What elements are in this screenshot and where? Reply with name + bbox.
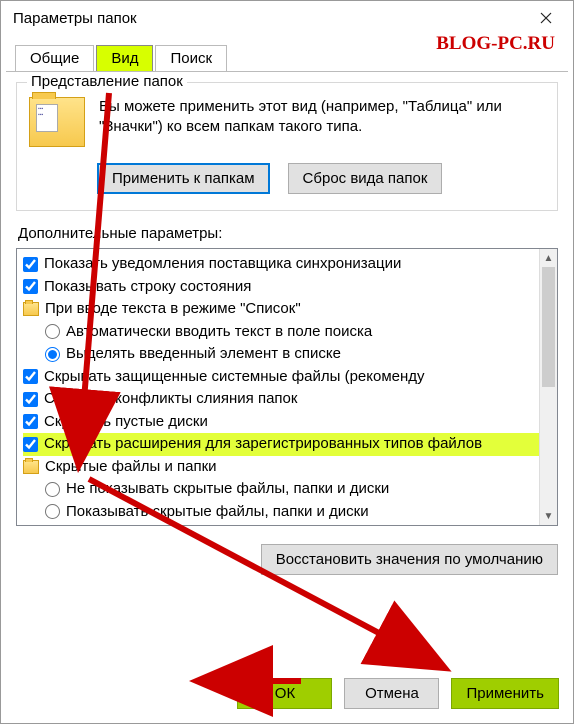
radio[interactable]	[45, 482, 60, 497]
radio[interactable]	[45, 324, 60, 339]
item-label: Скрывать расширения для зарегистрированн…	[44, 433, 482, 456]
item-label: Автоматически вводить текст в поле поиск…	[66, 321, 372, 344]
advanced-item-0[interactable]: Показать уведомления поставщика синхрони…	[23, 253, 539, 276]
scroll-thumb[interactable]	[542, 267, 555, 387]
item-label: Выделять введенный элемент в списке	[66, 343, 341, 366]
item-label: Скрывать защищенные системные файлы (рек…	[44, 366, 425, 389]
folder-icon	[23, 460, 39, 474]
dialog-window: Параметры папок BLOG-PC.RU Общие Вид Пои…	[0, 0, 574, 724]
folder-views-group: Представление папок ▪▪▪▪▪▪ Вы можете при…	[16, 82, 558, 211]
checkbox[interactable]	[23, 392, 38, 407]
watermark-text: BLOG-PC.RU	[436, 33, 555, 55]
advanced-settings-box: Показать уведомления поставщика синхрони…	[16, 248, 558, 526]
dialog-buttons: ОК Отмена Применить	[1, 668, 573, 721]
close-button[interactable]	[523, 2, 569, 34]
apply-to-folders-button[interactable]: Применить к папкам	[97, 163, 270, 194]
tab-search[interactable]: Поиск	[155, 45, 227, 71]
ok-button[interactable]: ОК	[237, 678, 332, 709]
advanced-item-3[interactable]: Автоматически вводить текст в поле поиск…	[23, 321, 539, 344]
close-icon	[540, 12, 552, 24]
window-title: Параметры папок	[13, 10, 523, 27]
item-label: Скрытые файлы и папки	[45, 456, 217, 479]
advanced-item-7[interactable]: Скрывать пустые диски	[23, 411, 539, 434]
advanced-item-1[interactable]: Показывать строку состояния	[23, 276, 539, 299]
item-label: Показать уведомления поставщика синхрони…	[44, 253, 401, 276]
advanced-item-11[interactable]: Показывать скрытые файлы, папки и диски	[23, 501, 539, 524]
item-label: Показывать строку состояния	[44, 276, 251, 299]
reset-folders-button[interactable]: Сброс вида папок	[288, 163, 443, 194]
scroll-up-icon[interactable]: ▲	[540, 249, 557, 267]
advanced-item-2[interactable]: При вводе текста в режиме "Список"	[23, 298, 539, 321]
checkbox[interactable]	[23, 369, 38, 384]
radio[interactable]	[45, 504, 60, 519]
item-label: Скрывать конфликты слияния папок	[44, 388, 297, 411]
group-description: Вы можете применить этот вид (например, …	[99, 97, 545, 138]
item-label: Не показывать скрытые файлы, папки и дис…	[66, 478, 389, 501]
folder-icon	[23, 302, 39, 316]
group-legend: Представление папок	[27, 73, 187, 90]
tab-view[interactable]: Вид	[96, 45, 153, 71]
item-label: Скрывать пустые диски	[44, 411, 208, 434]
scroll-down-icon[interactable]: ▼	[540, 507, 557, 525]
scroll-track[interactable]	[540, 267, 557, 507]
radio[interactable]	[45, 347, 60, 362]
advanced-item-6[interactable]: Скрывать конфликты слияния папок	[23, 388, 539, 411]
advanced-settings-label: Дополнительные параметры:	[18, 225, 558, 242]
advanced-item-8[interactable]: Скрывать расширения для зарегистрированн…	[23, 433, 539, 456]
tab-panel-view: Представление папок ▪▪▪▪▪▪ Вы можете при…	[6, 71, 568, 581]
advanced-item-10[interactable]: Не показывать скрытые файлы, папки и дис…	[23, 478, 539, 501]
titlebar: Параметры папок	[1, 1, 573, 35]
advanced-settings-list[interactable]: Показать уведомления поставщика синхрони…	[17, 249, 539, 525]
checkbox[interactable]	[23, 257, 38, 272]
advanced-item-4[interactable]: Выделять введенный элемент в списке	[23, 343, 539, 366]
checkbox[interactable]	[23, 279, 38, 294]
cancel-button[interactable]: Отмена	[344, 678, 439, 709]
advanced-item-9[interactable]: Скрытые файлы и папки	[23, 456, 539, 479]
checkbox[interactable]	[23, 437, 38, 452]
restore-defaults-button[interactable]: Восстановить значения по умолчанию	[261, 544, 558, 575]
apply-button[interactable]: Применить	[451, 678, 559, 709]
folder-icon: ▪▪▪▪▪▪	[29, 97, 85, 147]
advanced-item-5[interactable]: Скрывать защищенные системные файлы (рек…	[23, 366, 539, 389]
checkbox[interactable]	[23, 414, 38, 429]
tab-general[interactable]: Общие	[15, 45, 94, 71]
item-label: Показывать скрытые файлы, папки и диски	[66, 501, 369, 524]
item-label: При вводе текста в режиме "Список"	[45, 298, 301, 321]
scrollbar[interactable]: ▲ ▼	[539, 249, 557, 525]
